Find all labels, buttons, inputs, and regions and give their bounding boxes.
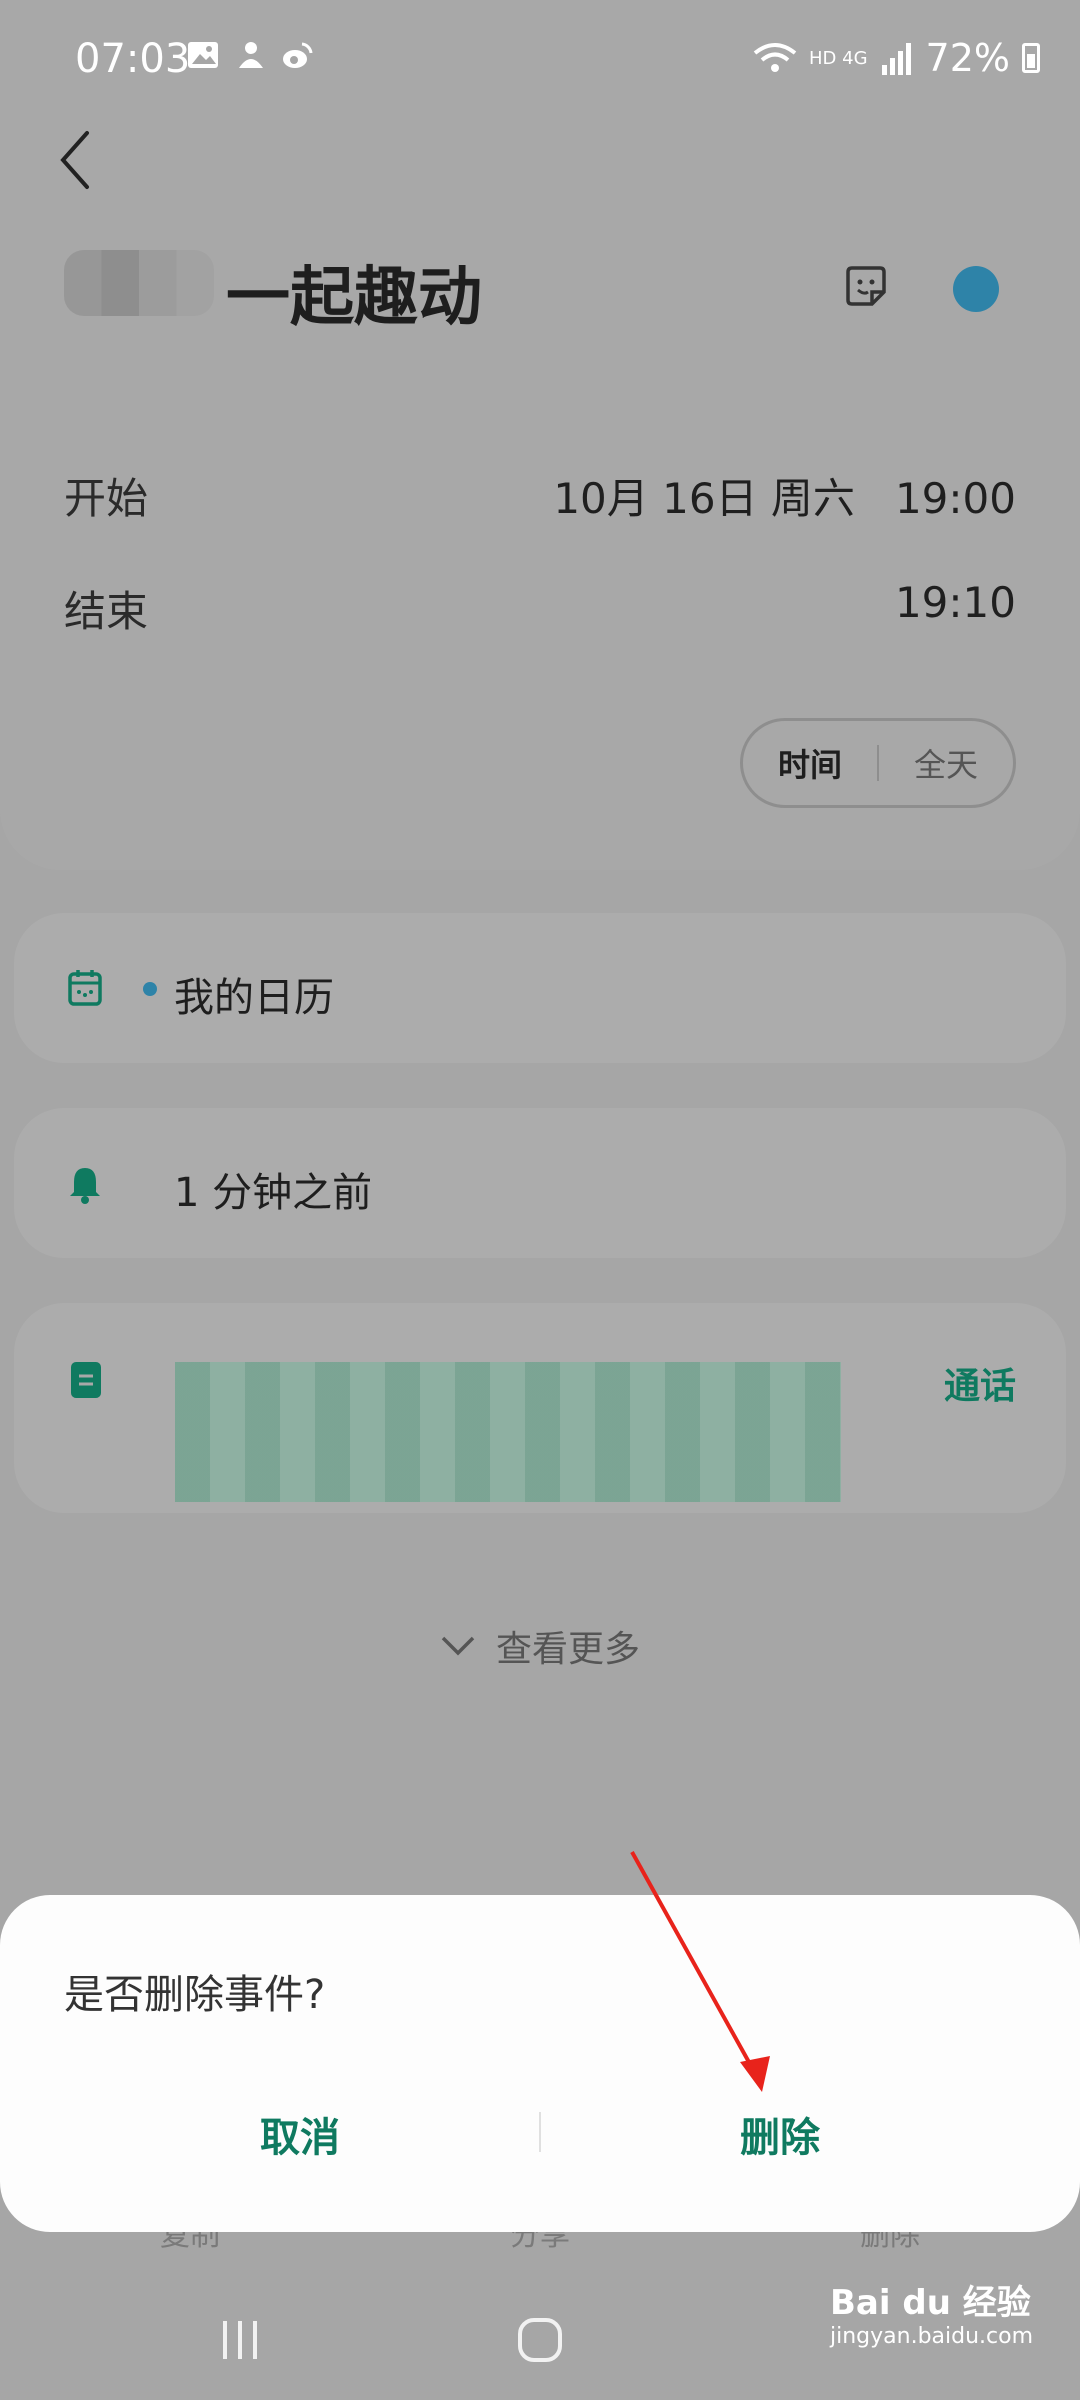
- watermark-brand: Bai du 经验: [830, 2283, 1031, 2323]
- call-link[interactable]: 通话: [944, 1357, 1016, 1409]
- end-label: 结束: [64, 587, 149, 636]
- calendar-dot: [143, 982, 157, 996]
- end-value[interactable]: 19:10: [895, 578, 1016, 627]
- toggle-all-day[interactable]: 全天: [879, 740, 1013, 786]
- blurred-note-content: [175, 1362, 841, 1502]
- status-right: HD 4G 72%: [753, 36, 1040, 80]
- delete-button[interactable]: 删除: [630, 2105, 930, 2163]
- baidu-watermark: Bai du 经验 jingyan.baidu.com: [830, 2275, 1033, 2349]
- calendar-color-dot[interactable]: [953, 266, 999, 312]
- network-type: HD 4G: [809, 47, 868, 69]
- event-title[interactable]: 一起趣动: [226, 246, 482, 338]
- back-arrow-icon[interactable]: [55, 125, 95, 195]
- wifi-icon: [753, 43, 797, 72]
- time-mode-toggle[interactable]: 时间 全天: [740, 718, 1016, 808]
- start-label: 开始: [64, 474, 149, 523]
- battery-percent: 72%: [925, 36, 1010, 80]
- signal-icon: [881, 43, 911, 75]
- view-more-label: 查看更多: [496, 1629, 641, 1670]
- reminder-row[interactable]: [14, 1108, 1066, 1258]
- blurred-name: [64, 250, 214, 316]
- gallery-icon: [188, 42, 218, 68]
- dialog-divider: [539, 2112, 541, 2152]
- status-time: 07:03: [75, 36, 191, 82]
- note-icon: [71, 1362, 101, 1398]
- chevron-down-icon: [441, 1636, 475, 1656]
- battery-icon: [1022, 43, 1040, 73]
- annotation-arrow: [630, 1851, 770, 2092]
- start-value[interactable]: 10月 16日 周六 19:00: [553, 465, 1016, 526]
- cancel-button[interactable]: 取消: [150, 2105, 450, 2163]
- view-more-button[interactable]: 查看更多: [440, 1620, 640, 1672]
- status-bar: 07:03 HD 4G 72%: [0, 0, 1080, 120]
- watermark-url: jingyan.baidu.com: [830, 2324, 1034, 2349]
- home-icon[interactable]: [515, 2315, 565, 2365]
- calendar-row[interactable]: [14, 913, 1066, 1063]
- dialog-question: 是否删除事件?: [64, 1972, 326, 2018]
- recent-apps-icon[interactable]: [215, 2315, 265, 2365]
- toggle-time[interactable]: 时间: [743, 740, 877, 786]
- weibo-icon: [283, 42, 313, 68]
- reminder-text: 1 分钟之前: [174, 1170, 373, 1216]
- delete-dialog: [0, 1895, 1080, 2232]
- bell-icon: [70, 1168, 100, 1204]
- app-notification-icon: [239, 42, 263, 68]
- calendar-name: 我的日历: [174, 975, 334, 1021]
- calendar-icon: [68, 970, 102, 1006]
- sticker-icon[interactable]: [842, 262, 890, 310]
